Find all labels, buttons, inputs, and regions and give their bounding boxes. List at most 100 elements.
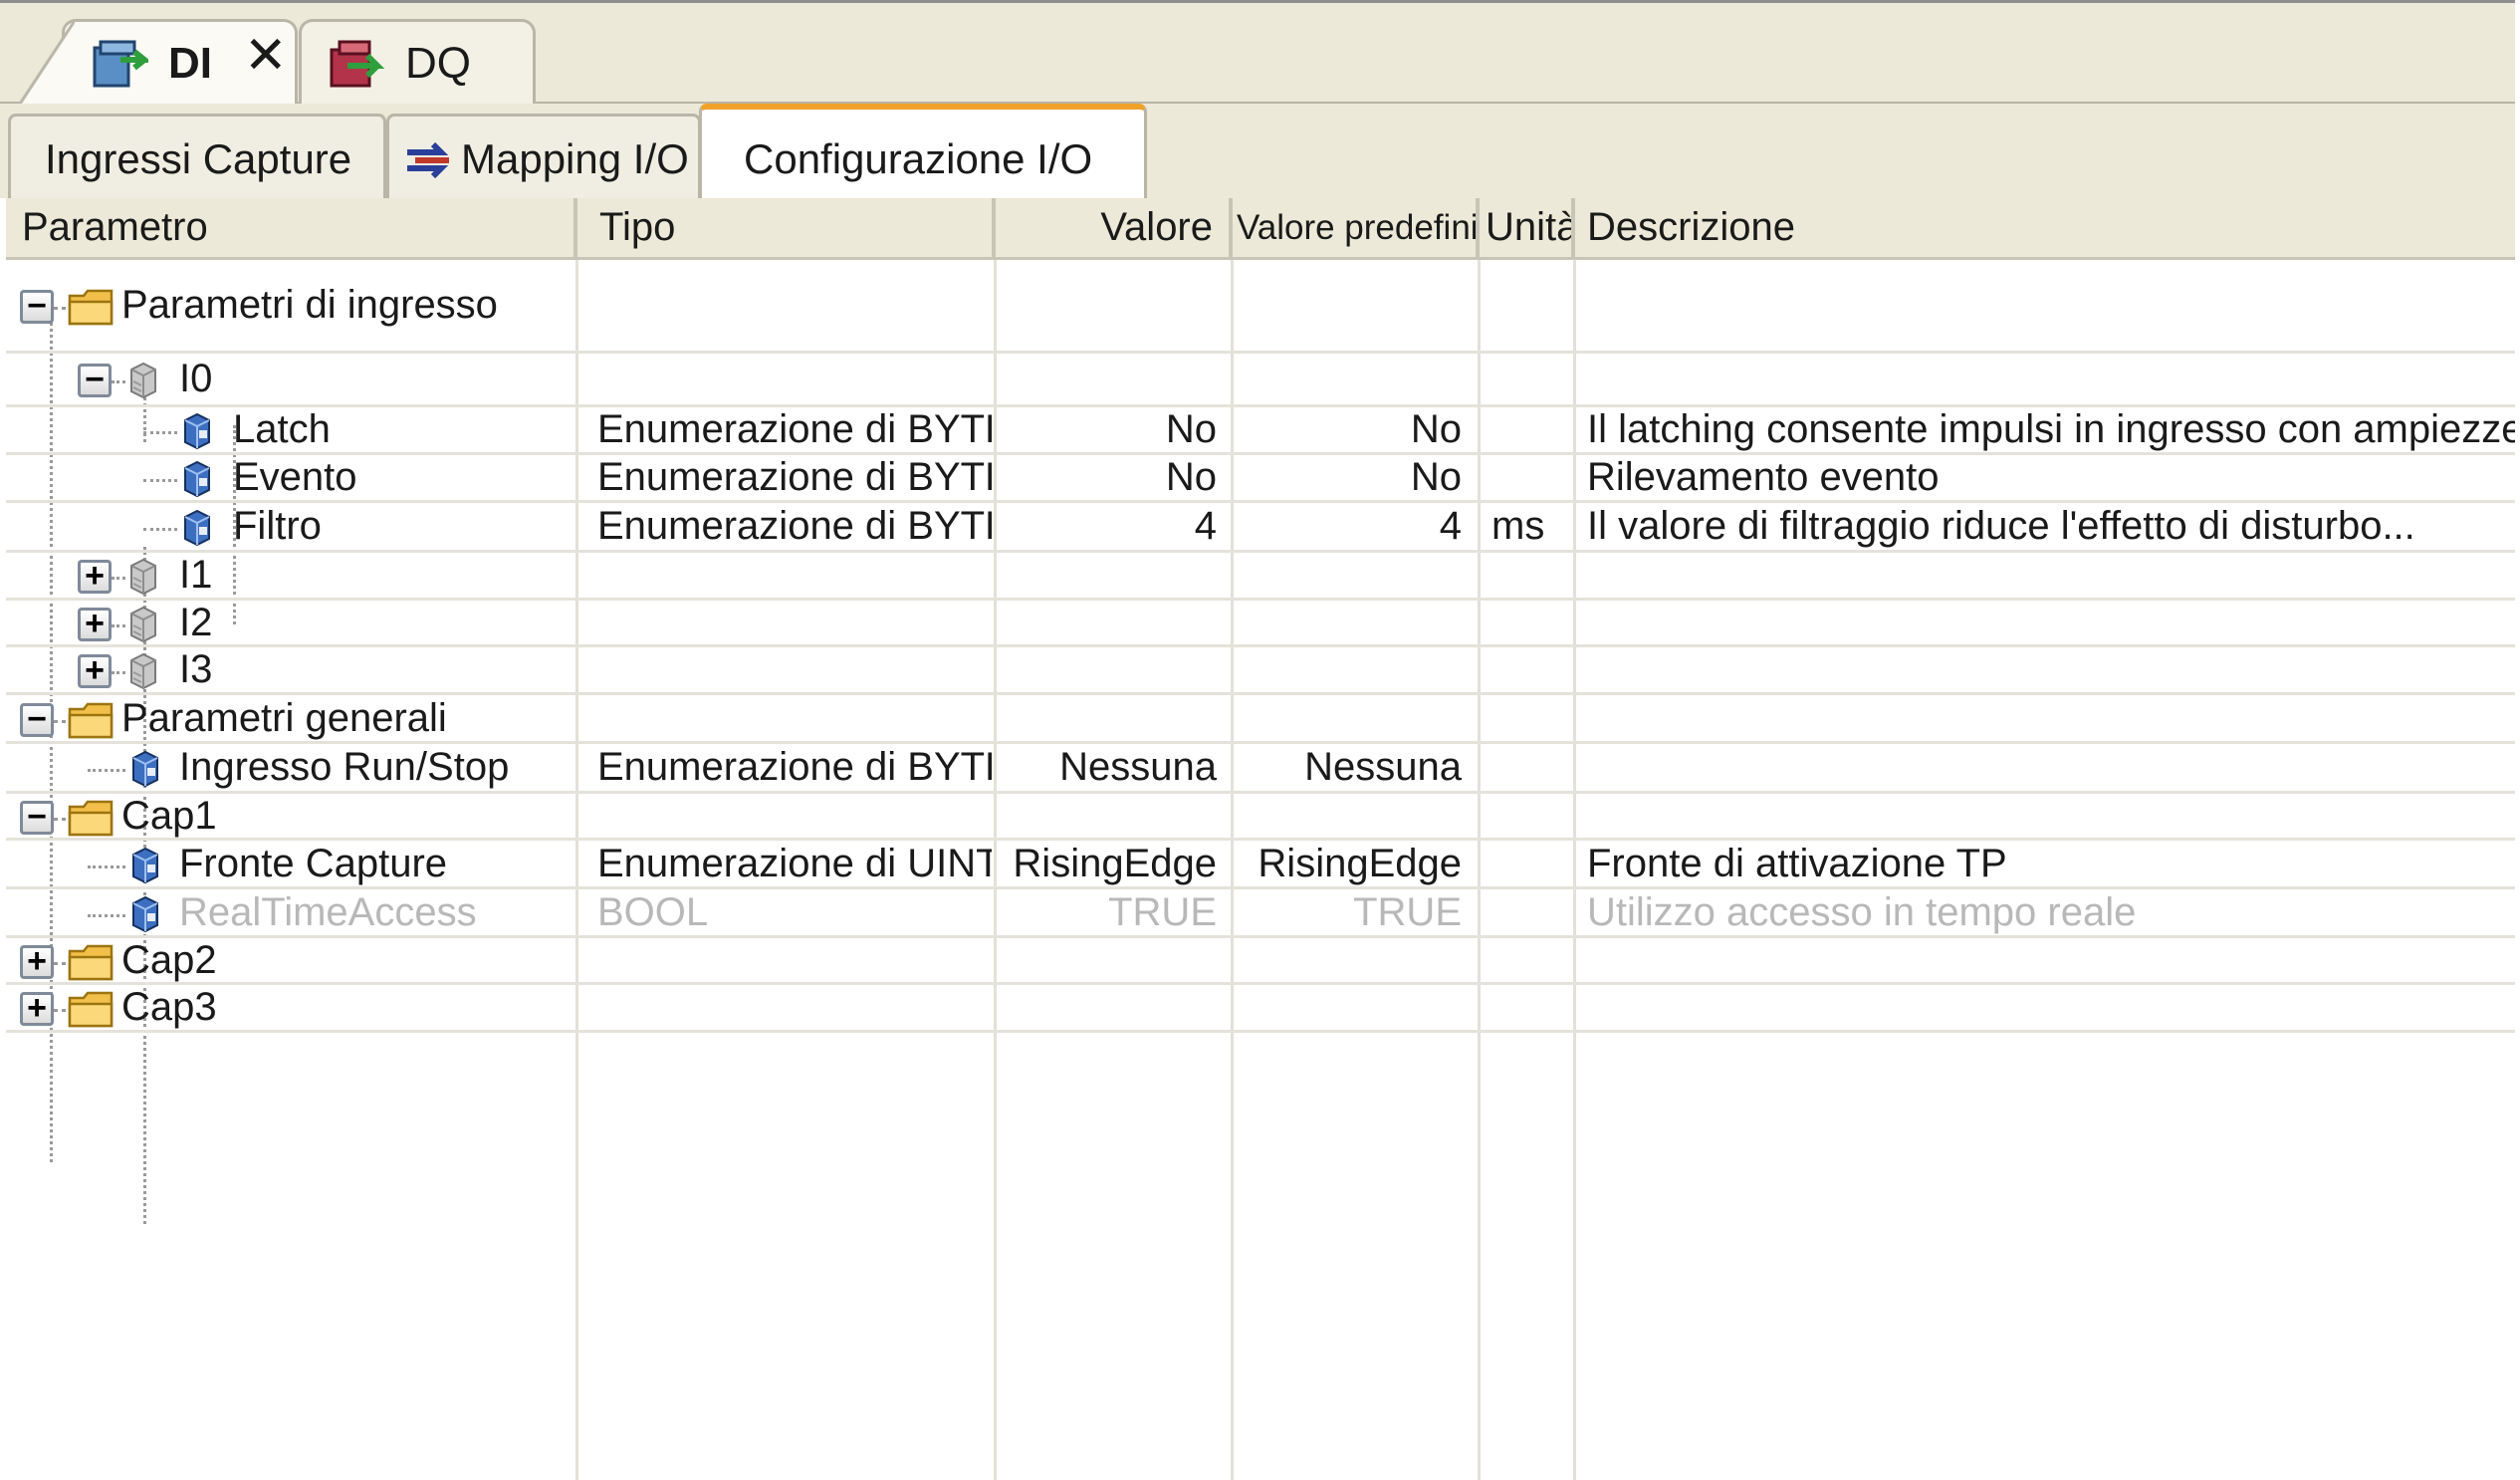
parameter-name: Filtro (233, 504, 322, 548)
parameter-icon (129, 847, 161, 889)
cell-valore[interactable] (996, 553, 1231, 598)
cell-valore[interactable]: TRUE (996, 889, 1231, 935)
cell-descrizione (1575, 744, 2515, 791)
tree-line (88, 864, 125, 868)
cell-valore[interactable]: No (996, 407, 1231, 452)
cell-tipo: Enumerazione di BYTE (597, 745, 992, 789)
table-row[interactable]: − Cap1 (6, 794, 2515, 841)
collapse-icon[interactable]: − (20, 289, 54, 324)
expand-icon[interactable]: + (78, 653, 112, 688)
channel-node-icon (127, 558, 159, 601)
tree-line (54, 1009, 66, 1012)
cell-unita: ms (1491, 504, 1545, 548)
editor-tab-dq[interactable]: DQ (299, 19, 536, 107)
table-row[interactable]: − Parametri di ingresso (6, 260, 2515, 354)
cell-tipo (577, 794, 992, 838)
editor-tab-di[interactable]: DI ✕ (15, 19, 298, 110)
tree-line (54, 719, 66, 723)
column-header-tipo[interactable]: Tipo (577, 198, 996, 257)
cell-valore[interactable] (996, 938, 1231, 982)
cell-valore[interactable] (996, 260, 1231, 351)
cell-tipo: BOOL (597, 889, 709, 934)
cell-unita (1480, 407, 1573, 452)
tab-mapping-io[interactable]: Mapping I/O (386, 114, 701, 198)
expand-icon[interactable]: + (20, 991, 54, 1026)
cell-tipo (577, 260, 992, 351)
parameter-name: Fronte Capture (179, 841, 448, 885)
cell-descrizione (1575, 794, 2515, 838)
tree-line (143, 431, 177, 434)
cell-tipo (577, 985, 992, 1030)
table-row[interactable]: + Cap3 (6, 985, 2515, 1033)
folder-icon (68, 288, 114, 331)
cell-valore[interactable] (996, 601, 1231, 644)
column-header-valore[interactable]: Valore (996, 198, 1233, 257)
folder-icon (68, 701, 114, 744)
tab-configurazione-io[interactable]: Configurazione I/O (699, 104, 1147, 198)
parameter-name: Latch (233, 407, 331, 451)
column-header-descrizione[interactable]: Descrizione (1575, 198, 2515, 257)
tree-line (88, 913, 125, 917)
folder-icon (68, 943, 114, 986)
editor-tab-label: DQ (405, 39, 471, 88)
collapse-icon[interactable]: − (20, 702, 54, 737)
close-icon[interactable]: ✕ (244, 30, 288, 82)
table-row[interactable]: + I2 (6, 601, 2515, 647)
cell-valore[interactable] (996, 354, 1231, 404)
table-row[interactable]: + I1 (6, 553, 2515, 601)
channel-node-icon (127, 606, 159, 648)
cell-valore[interactable] (996, 794, 1231, 838)
table-row[interactable]: − I0 (6, 354, 2515, 407)
cell-valore[interactable]: Nessuna (996, 744, 1231, 791)
tab-ingressi-capture[interactable]: Ingressi Capture (8, 114, 386, 198)
parameter-name: Parametri generali (121, 695, 447, 740)
cell-unita (1480, 260, 1573, 351)
parameter-icon (181, 412, 213, 455)
table-row[interactable]: Latch Enumerazione di BYTE No No Il latching… (6, 407, 2515, 455)
editor-tab-label: DI (168, 39, 212, 88)
table-row[interactable]: RealTimeAccess BOOL TRUE TRUE Utilizzo acces… (6, 889, 2515, 938)
cell-unita (1480, 553, 1573, 598)
table-row[interactable]: Fronte Capture Enumerazione di UINT Rising… (6, 841, 2515, 889)
digital-output-icon (330, 40, 385, 88)
mapping-icon (407, 142, 449, 178)
cell-valore[interactable]: RisingEdge (996, 841, 1231, 886)
table-row[interactable]: + Cap2 (6, 938, 2515, 985)
parameter-name: Evento (233, 455, 357, 499)
cell-valore-predefinito (1233, 985, 1476, 1030)
parameter-icon (129, 750, 161, 793)
table-row[interactable]: − Parametri generali (6, 695, 2515, 744)
collapse-icon[interactable]: − (78, 363, 112, 397)
cell-unita (1480, 695, 1573, 741)
expand-icon[interactable]: + (78, 559, 112, 594)
cell-valore[interactable] (996, 695, 1231, 741)
device-editor-window: DI ✕ DQ Ingressi Capture Mapping I/O Con… (0, 0, 2520, 1480)
cell-unita (1480, 794, 1573, 838)
table-row[interactable]: Evento Enumerazione di BYTE No No Rilevament… (6, 455, 2515, 503)
table-row[interactable]: Filtro Enumerazione di BYTE 4 4 ms Il valore … (6, 503, 2515, 553)
parameter-name: Cap3 (121, 985, 217, 1029)
cell-valore[interactable]: 4 (996, 503, 1231, 550)
cell-tipo (577, 354, 992, 404)
collapse-icon[interactable]: − (20, 800, 54, 835)
tree-line (143, 528, 177, 531)
cell-tipo (577, 938, 992, 982)
cell-valore[interactable] (996, 985, 1231, 1030)
digital-input-icon (93, 40, 148, 88)
column-header-unita[interactable]: Unità (1480, 198, 1575, 257)
parameter-icon (181, 509, 213, 552)
table-row[interactable]: + I3 (6, 647, 2515, 695)
column-header-parametro[interactable]: Parametro (6, 198, 577, 257)
expand-icon[interactable]: + (78, 607, 112, 641)
tree-line (112, 577, 125, 580)
parameter-name: Cap2 (121, 937, 217, 982)
cell-valore-predefinito: 4 (1439, 504, 1462, 548)
cell-valore-predefinito (1233, 553, 1476, 598)
expand-icon[interactable]: + (20, 944, 54, 979)
cell-unita (1480, 938, 1573, 982)
cell-valore[interactable]: No (996, 455, 1231, 500)
table-row[interactable]: Ingresso Run/Stop Enumerazione di BYTE Nes… (6, 744, 2515, 794)
cell-unita (1480, 841, 1573, 886)
cell-valore[interactable] (996, 647, 1231, 692)
column-header-valore-predefinito[interactable]: Valore predefinito (1233, 198, 1480, 257)
